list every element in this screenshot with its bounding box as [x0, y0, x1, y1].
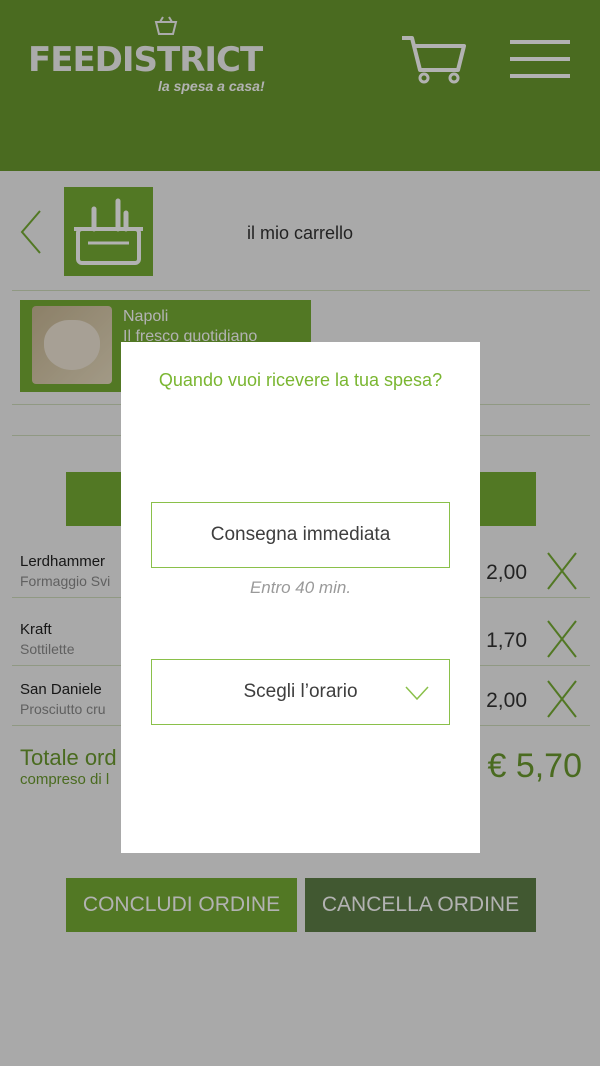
- choose-time-label: Scegli l’orario: [243, 681, 358, 702]
- choose-time-dropdown[interactable]: Scegli l’orario: [151, 659, 450, 725]
- delivery-time-dialog: Quando vuoi ricevere la tua spesa? Conse…: [121, 342, 480, 853]
- dialog-title: Quando vuoi ricevere la tua spesa?: [158, 370, 443, 390]
- chevron-down-icon: [405, 686, 429, 700]
- delivery-time-note: Entro 40 min.: [249, 578, 352, 597]
- immediate-delivery-button[interactable]: Consegna immediata: [151, 502, 450, 568]
